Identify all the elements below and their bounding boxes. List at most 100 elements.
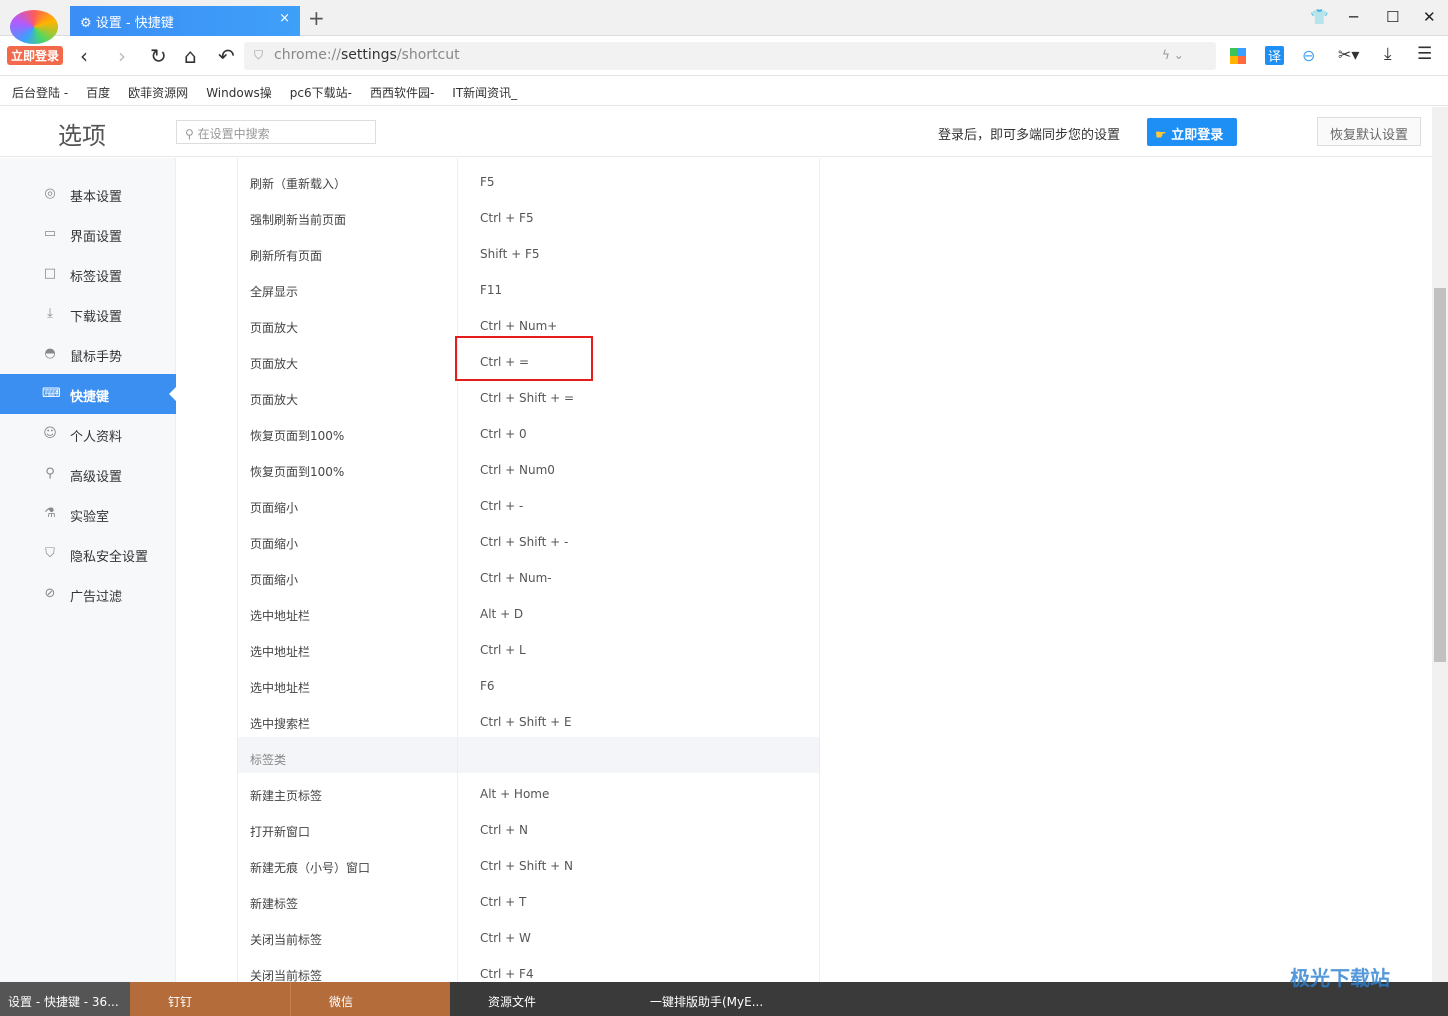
action-name: 强制刷新当前页面 xyxy=(250,213,347,227)
login-badge[interactable]: 立即登录 xyxy=(7,46,64,65)
sidebar-item-label: 高级设置 xyxy=(70,470,123,485)
sidebar-item-label: 界面设置 xyxy=(70,230,123,245)
settings-search-input[interactable]: ⚲ 在设置中搜索 xyxy=(176,120,376,144)
adblock-icon[interactable]: ⊖ xyxy=(1302,46,1315,65)
close-window-button[interactable]: ✕ xyxy=(1423,8,1436,26)
taskbar-item[interactable]: 资源文件 xyxy=(460,982,610,1016)
shortcut-keys[interactable]: F5 xyxy=(480,175,495,189)
sidebar-item[interactable]: ◓ 鼠标手势 xyxy=(0,334,176,374)
sidebar-item-label: 基本设置 xyxy=(70,190,123,205)
sidebar-icon: ⤓ xyxy=(47,306,53,321)
shortcut-keys[interactable]: Ctrl + T xyxy=(480,895,526,909)
sidebar-icon: ⌨ xyxy=(42,386,61,401)
translate-icon[interactable]: 译 xyxy=(1265,46,1284,65)
action-name: 页面缩小 xyxy=(250,537,299,551)
back-button[interactable]: ‹ xyxy=(80,44,88,68)
sidebar-item[interactable]: ⚲ 高级设置 xyxy=(0,454,176,494)
table-row: 新建无痕（小号）窗口 Ctrl + Shift + N xyxy=(238,845,819,881)
category-row: 标签类 xyxy=(238,737,819,773)
action-name: 页面放大 xyxy=(250,357,299,371)
shortcut-keys[interactable]: Ctrl + Num0 xyxy=(480,463,555,477)
sidebar-item[interactable]: ☺ 个人资料 xyxy=(0,414,176,454)
shortcut-keys[interactable]: Ctrl + F4 xyxy=(480,967,534,981)
browser-logo[interactable] xyxy=(10,10,58,44)
scrollbar-thumb[interactable] xyxy=(1434,288,1446,662)
highlight-box xyxy=(455,336,593,381)
taskbar-item[interactable]: 设置 - 快捷键 - 36... xyxy=(0,982,130,1016)
sidebar-item-label: 广告过滤 xyxy=(70,590,123,605)
minimize-button[interactable]: ─ xyxy=(1349,8,1358,26)
sidebar-item[interactable]: ⛉ 隐私安全设置 xyxy=(0,534,176,574)
shortcut-keys[interactable]: Ctrl + Num+ xyxy=(480,319,557,333)
shortcut-keys[interactable]: Ctrl + 0 xyxy=(480,427,527,441)
shortcut-keys[interactable]: Ctrl + F5 xyxy=(480,211,534,225)
lightning-icon[interactable]: ϟ ⌄ xyxy=(1162,48,1184,62)
action-name: 新建无痕（小号）窗口 xyxy=(250,861,371,875)
shortcut-keys[interactable]: Ctrl + - xyxy=(480,499,523,513)
maximize-button[interactable]: ☐ xyxy=(1386,8,1399,26)
reload-button[interactable]: ↻ xyxy=(150,44,167,68)
address-bar[interactable]: chrome://settings/shortcut xyxy=(244,42,1216,70)
action-name: 新建标签 xyxy=(250,897,299,911)
apps-icon[interactable] xyxy=(1230,48,1246,64)
shortcut-keys[interactable]: Ctrl + Shift + E xyxy=(480,715,572,729)
shortcut-keys[interactable]: Ctrl + W xyxy=(480,931,531,945)
shortcut-keys[interactable]: Ctrl + Shift + N xyxy=(480,859,573,873)
taskbar-item[interactable]: 钉钉 xyxy=(130,982,290,1016)
sidebar-item[interactable]: □ 标签设置 xyxy=(0,254,176,294)
close-tab-icon[interactable]: × xyxy=(279,11,290,26)
url-prefix: chrome:// xyxy=(274,47,341,63)
sidebar-item[interactable]: ◎ 基本设置 xyxy=(0,174,176,214)
bookmark[interactable]: 西西软件园- xyxy=(370,84,434,100)
bookmark[interactable]: 后台登陆 - xyxy=(12,84,68,100)
scissors-icon[interactable]: ✂▾ xyxy=(1338,45,1359,64)
shortcut-keys[interactable]: Alt + Home xyxy=(480,787,549,801)
sidebar-item[interactable]: ⚗ 实验室 xyxy=(0,494,176,534)
bookmark[interactable]: 欧菲资源网 xyxy=(128,84,188,100)
restore-defaults-button[interactable]: 恢复默认设置 xyxy=(1317,117,1421,146)
sidebar-icon: ◎ xyxy=(44,186,56,201)
sidebar-item-label: 隐私安全设置 xyxy=(70,550,149,565)
shortcut-keys[interactable]: F11 xyxy=(480,283,502,297)
table-row: 关闭当前标签 Ctrl + W xyxy=(238,917,819,953)
new-tab-button[interactable]: + xyxy=(308,6,325,30)
action-name: 关闭当前标签 xyxy=(250,933,323,947)
sidebar-item[interactable]: ⌨ 快捷键 xyxy=(0,374,176,414)
table-row: 恢复页面到100% Ctrl + Num0 xyxy=(238,449,819,485)
action-name: 全屏显示 xyxy=(250,285,299,299)
sidebar-item[interactable]: ⤓ 下载设置 xyxy=(0,294,176,334)
shortcut-keys[interactable]: Alt + D xyxy=(480,607,523,621)
forward-button[interactable]: › xyxy=(118,44,126,68)
undo-close-button[interactable]: ↶ xyxy=(218,44,235,68)
download-icon[interactable]: ⤓ xyxy=(1384,44,1392,64)
tab-title: 设置 - 快捷键 xyxy=(95,16,174,31)
shortcut-keys[interactable]: F6 xyxy=(480,679,495,693)
shortcut-keys[interactable]: Ctrl + L xyxy=(480,643,526,657)
sidebar-item[interactable]: ▭ 界面设置 xyxy=(0,214,176,254)
sidebar-item-label: 下载设置 xyxy=(70,310,123,325)
shortcut-keys[interactable]: Ctrl + Shift + - xyxy=(480,535,568,549)
bookmark[interactable]: Windows操 xyxy=(206,84,272,100)
login-button[interactable]: ☛ 立即登录 xyxy=(1147,118,1237,146)
home-button[interactable]: ⌂ xyxy=(184,44,197,68)
shortcut-keys[interactable]: Ctrl + Num- xyxy=(480,571,552,585)
table-row: 页面放大 Ctrl + Shift + = xyxy=(238,377,819,413)
bookmark[interactable]: 百度 xyxy=(86,84,110,100)
bookmark[interactable]: IT新闻资讯_ xyxy=(452,84,517,100)
taskbar-item[interactable]: 微信 xyxy=(290,982,450,1016)
skin-icon[interactable]: 👕 xyxy=(1310,8,1329,26)
shortcut-keys[interactable]: Shift + F5 xyxy=(480,247,540,261)
action-name: 新建主页标签 xyxy=(250,789,323,803)
bookmark[interactable]: pc6下载站- xyxy=(290,84,352,100)
taskbar-item[interactable]: 一键排版助手(MyE... xyxy=(620,982,790,1016)
tab-settings[interactable]: ⚙ 设置 - 快捷键 × xyxy=(70,6,300,36)
table-row: 页面缩小 Ctrl + - xyxy=(238,485,819,521)
shortcut-keys[interactable]: Ctrl + N xyxy=(480,823,528,837)
shortcut-keys[interactable]: Ctrl + Shift + = xyxy=(480,391,574,405)
sidebar-item[interactable]: ⊘ 广告过滤 xyxy=(0,574,176,614)
table-row: 选中搜索栏 Ctrl + Shift + E xyxy=(238,701,819,737)
action-name: 选中地址栏 xyxy=(250,609,311,623)
shield-icon: ⛉ xyxy=(254,48,264,62)
action-name: 选中搜索栏 xyxy=(250,717,311,731)
menu-icon[interactable]: ☰ xyxy=(1417,44,1432,64)
